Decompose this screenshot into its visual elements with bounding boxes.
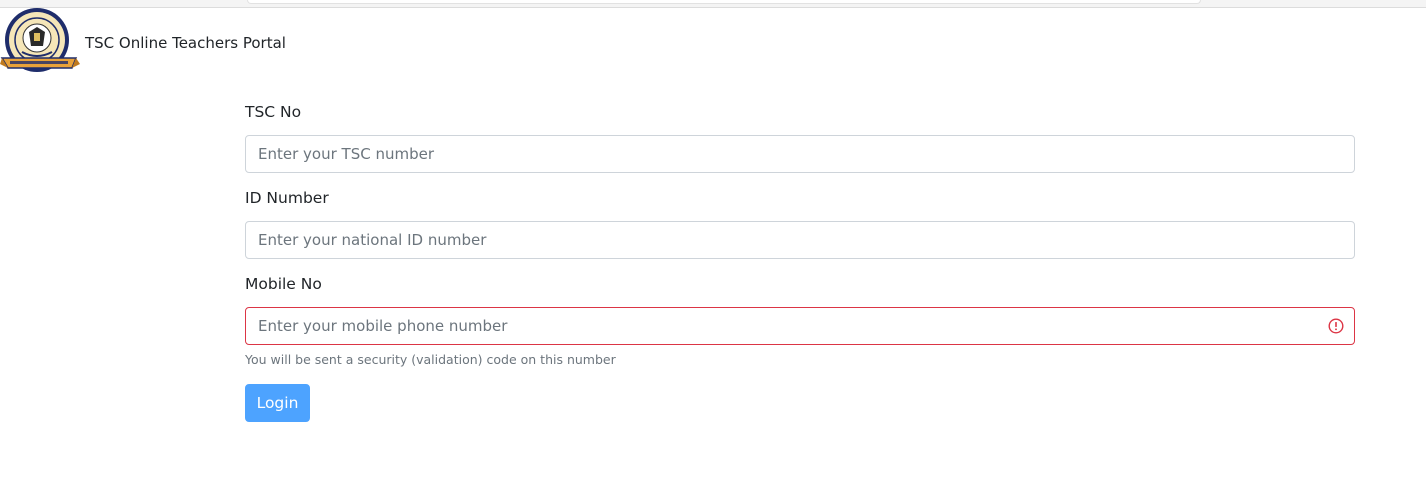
id-number-label: ID Number xyxy=(245,189,329,207)
browser-top-strip-inner xyxy=(247,0,1201,4)
tsc-no-field xyxy=(245,135,1355,173)
login-button[interactable]: Login xyxy=(245,384,310,422)
tsc-seal-logo-icon[interactable] xyxy=(0,8,80,76)
tsc-no-label: TSC No xyxy=(245,103,302,121)
portal-title: TSC Online Teachers Portal xyxy=(85,34,286,52)
tsc-no-group: TSC No xyxy=(245,100,1355,186)
mobile-no-field xyxy=(245,307,1355,345)
mobile-no-input[interactable] xyxy=(246,308,1354,344)
mobile-no-label: Mobile No xyxy=(245,275,322,293)
browser-top-strip xyxy=(0,0,1426,8)
login-form: TSC No ID Number Mobile No You will be s… xyxy=(245,100,1355,422)
id-number-field xyxy=(245,221,1355,259)
id-number-input[interactable] xyxy=(246,222,1354,258)
tsc-no-input[interactable] xyxy=(246,136,1354,172)
page-header: TSC Online Teachers Portal xyxy=(0,8,1426,78)
alert-circle-icon xyxy=(1328,318,1344,334)
mobile-no-group: Mobile No You will be sent a security (v… xyxy=(245,272,1355,367)
id-number-group: ID Number xyxy=(245,186,1355,272)
mobile-no-help-text: You will be sent a security (validation)… xyxy=(245,352,616,367)
